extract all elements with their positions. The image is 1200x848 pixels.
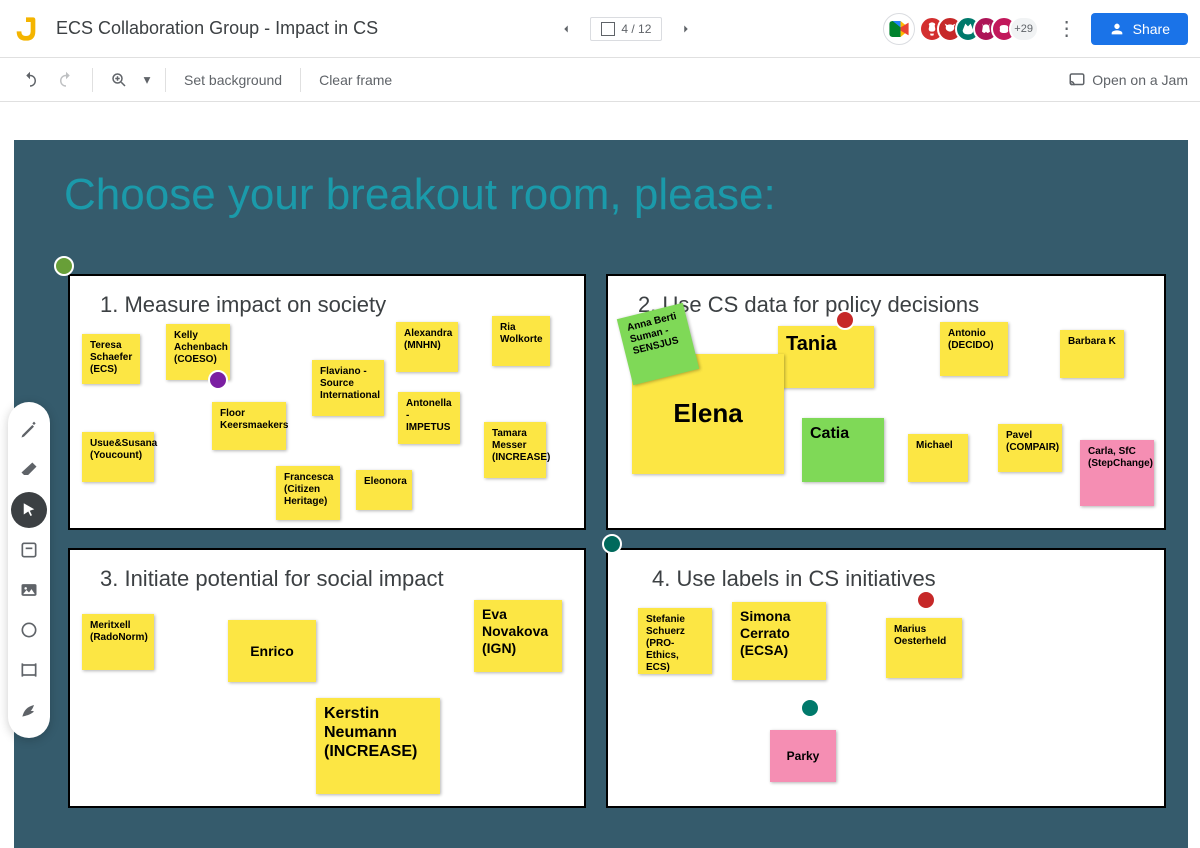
room-3[interactable]: 3. Initiate potential for social impact …	[68, 548, 586, 808]
sticky-note[interactable]: Flaviano - Source International	[312, 360, 384, 416]
jamboard-logo	[12, 15, 40, 43]
shape-tool[interactable]	[11, 612, 47, 648]
collaborator-cursor	[602, 534, 622, 554]
share-label: Share	[1133, 21, 1170, 37]
collaborator-cursor	[916, 590, 936, 610]
sticky-note[interactable]: Catia	[802, 418, 884, 482]
set-background-button[interactable]: Set background	[174, 66, 292, 94]
redo-icon	[57, 71, 75, 89]
frame-icon	[601, 22, 615, 36]
share-button[interactable]: Share	[1091, 13, 1188, 45]
sticky-note[interactable]: Ria Wolkorte	[492, 316, 550, 366]
sticky-note[interactable]: Simona Cerrato (ECSA)	[732, 602, 826, 680]
sticky-note[interactable]: Kerstin Neumann (INCREASE)	[316, 698, 440, 794]
zoom-button[interactable]	[101, 62, 137, 98]
sticky-note[interactable]: Antonella - IMPETUS	[398, 392, 460, 444]
circle-icon	[19, 620, 39, 640]
sticky-note[interactable]: Antonio (DECIDO)	[940, 322, 1008, 376]
collaborator-cursor	[208, 370, 228, 390]
frame-count: 4 / 12	[621, 22, 651, 36]
open-on-jam-button[interactable]: Open on a Jam	[1068, 71, 1188, 89]
room-1-title: 1. Measure impact on society	[100, 292, 386, 318]
sticky-note[interactable]: Alexandra (MNHN)	[396, 322, 458, 372]
zoom-icon	[110, 71, 128, 89]
sticky-note[interactable]: Meritxell (RadoNorm)	[82, 614, 154, 670]
sticky-note[interactable]: Usue&Susana (Youcount)	[82, 432, 154, 482]
sticky-note[interactable]: Tania	[778, 326, 874, 388]
toolbar: ▾ Set background Clear frame Open on a J…	[0, 58, 1200, 102]
sticky-note[interactable]: Teresa Schaefer (ECS)	[82, 334, 140, 384]
meet-button[interactable]	[883, 13, 915, 45]
sticky-note[interactable]: Floor Keersmaekers	[212, 402, 286, 450]
eraser-icon	[19, 460, 39, 480]
image-icon	[19, 580, 39, 600]
more-menu-button[interactable]: ⋮	[1047, 9, 1087, 49]
sticky-note[interactable]: Carla, SfC (StepChange)	[1080, 440, 1154, 506]
select-tool[interactable]	[11, 492, 47, 528]
meet-icon	[889, 21, 909, 37]
canvas[interactable]: Choose your breakout room, please: 1. Me…	[14, 140, 1188, 848]
cursor-icon	[20, 501, 38, 519]
room-2[interactable]: 2. Use CS data for policy decisions Anna…	[606, 274, 1166, 530]
sticky-note[interactable]: Tamara Messer (INCREASE)	[484, 422, 546, 478]
open-jam-label: Open on a Jam	[1092, 72, 1188, 88]
cast-icon	[1068, 71, 1086, 89]
undo-button[interactable]	[12, 62, 48, 98]
frame-indicator[interactable]: 4 / 12	[590, 17, 662, 41]
collaborator-cursor	[54, 256, 74, 276]
collaborator-avatars: +29	[927, 16, 1039, 42]
document-title[interactable]: ECS Collaboration Group - Impact in CS	[56, 18, 378, 39]
collaborator-cursor	[800, 698, 820, 718]
pen-tool[interactable]	[11, 412, 47, 448]
separator	[165, 68, 166, 92]
share-person-icon	[1109, 21, 1125, 37]
laser-icon	[19, 700, 39, 720]
sticky-note[interactable]: Eleonora	[356, 470, 412, 510]
avatar-more-count[interactable]: +29	[1009, 16, 1039, 42]
sticky-note[interactable]: Barbara K	[1060, 330, 1124, 378]
sticky-note[interactable]: Marius Oesterheld	[886, 618, 962, 678]
zoom-dropdown[interactable]: ▾	[137, 62, 157, 98]
sticky-note[interactable]: Eva Novakova (IGN)	[474, 600, 562, 672]
separator	[300, 68, 301, 92]
chevron-right-icon	[679, 22, 693, 36]
next-frame-button[interactable]	[666, 9, 706, 49]
laser-tool[interactable]	[11, 692, 47, 728]
textbox-icon	[19, 660, 39, 680]
sticky-note[interactable]: Parky	[770, 730, 836, 782]
sticky-note-tool[interactable]	[11, 532, 47, 568]
chevron-left-icon	[559, 22, 573, 36]
sticky-note[interactable]: Michael	[908, 434, 968, 482]
pen-icon	[19, 420, 39, 440]
sticky-note[interactable]: Stefanie Schuerz (PRO-Ethics, ECS)	[638, 608, 712, 674]
slide-title: Choose your breakout room, please:	[64, 170, 776, 220]
prev-frame-button[interactable]	[546, 9, 586, 49]
redo-button[interactable]	[48, 62, 84, 98]
room-4[interactable]: 4. Use labels in CS initiatives Stefanie…	[606, 548, 1166, 808]
clear-frame-button[interactable]: Clear frame	[309, 66, 402, 94]
app-header: ECS Collaboration Group - Impact in CS 4…	[0, 0, 1200, 58]
eraser-tool[interactable]	[11, 452, 47, 488]
sticky-note[interactable]: Enrico	[228, 620, 316, 682]
room-1[interactable]: 1. Measure impact on society Teresa Scha…	[68, 274, 586, 530]
room-2-title: 2. Use CS data for policy decisions	[638, 292, 979, 318]
sticky-note[interactable]: Francesca (Citizen Heritage)	[276, 466, 340, 520]
room-4-title: 4. Use labels in CS initiatives	[652, 566, 936, 592]
note-icon	[19, 540, 39, 560]
room-3-title: 3. Initiate potential for social impact	[100, 566, 444, 592]
sticky-note[interactable]: Pavel (COMPAIR)	[998, 424, 1062, 472]
image-tool[interactable]	[11, 572, 47, 608]
undo-icon	[21, 71, 39, 89]
textbox-tool[interactable]	[11, 652, 47, 688]
collaborator-cursor	[835, 310, 855, 330]
tool-palette	[8, 402, 50, 738]
separator	[92, 68, 93, 92]
canvas-wrapper: Choose your breakout room, please: 1. Me…	[0, 102, 1200, 848]
